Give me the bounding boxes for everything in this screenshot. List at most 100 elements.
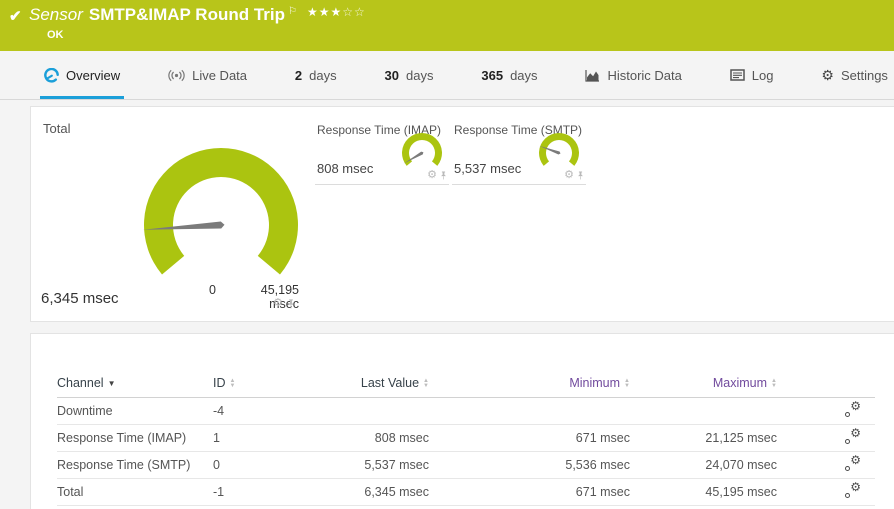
column-label: Last Value (360, 376, 420, 391)
channel-actions-cell: ⚙ (777, 424, 875, 452)
total-gauge-actions: ⚙ (273, 298, 295, 309)
filled-stars[interactable]: ★★★ (307, 5, 342, 19)
sort-icon: ▲ ▼ (423, 377, 429, 389)
broadcast-icon (168, 69, 185, 81)
table-row-downtime: Downtime -4 ⚙ (57, 397, 875, 425)
tab-number: 365 (481, 67, 504, 83)
table-header-row: Channel ▼ ID ▲ ▼ Last Value ▲ ▼ Minimum ▲ ▼ Max… (57, 370, 875, 398)
channel-id-cell: -4 (213, 397, 273, 425)
tab-number: 30 (384, 67, 399, 83)
tab-label: Overview (66, 67, 121, 83)
sensor-status-badge: OK (47, 29, 64, 41)
channel-actions-cell: ⚙ (777, 451, 875, 479)
gauge-settings-gear-icon[interactable]: ⚙ (427, 170, 437, 181)
channel-settings-gears-icon[interactable]: ⚙ (845, 399, 861, 417)
tab-30-days[interactable]: 30 days (381, 51, 438, 99)
tab-live-data[interactable]: Live Data (164, 51, 251, 99)
sensor-ok-check-icon: ✔ (9, 8, 22, 25)
column-label: Maximum (712, 376, 768, 391)
channel-name-cell: Downtime (57, 397, 213, 425)
column-header-last-value[interactable]: Last Value ▲ ▼ (273, 370, 429, 398)
tab-number: 2 (294, 67, 303, 83)
tab-overview[interactable]: Overview (40, 51, 124, 99)
area-chart-icon (585, 69, 600, 82)
tab-settings[interactable]: ⚙ Settings (817, 51, 892, 99)
imap-gauge-actions: ⚙ (427, 170, 447, 181)
channel-id-cell: -1 (213, 478, 273, 506)
sensor-tab-bar: Overview Live Data 2 days 30 days 365 da… (0, 51, 894, 100)
column-label: ID (213, 376, 226, 391)
tab-label: Historic Data (607, 67, 682, 83)
sensor-name: SMTP&IMAP Round Trip (88, 5, 285, 24)
channel-name-cell: Response Time (SMTP) (57, 451, 213, 479)
object-kind-label: Sensor (29, 5, 83, 24)
column-label: Channel (57, 376, 104, 391)
column-header-maximum[interactable]: Maximum ▲ ▼ (630, 370, 777, 398)
gauge-pin-icon[interactable] (577, 171, 584, 180)
tab-2-days[interactable]: 2 days (291, 51, 341, 99)
channel-settings-gears-icon[interactable]: ⚙ (845, 426, 861, 444)
smtp-gauge-block: Response Time (SMTP) 5,537 msec ⚙ (452, 123, 586, 185)
sort-icon: ▲ ▼ (229, 377, 236, 389)
last-value-cell: 808 msec (273, 424, 429, 452)
sort-desc-icon: ▼ (107, 379, 116, 389)
imap-gauge-block: Response Time (IMAP) 808 msec ⚙ (315, 123, 449, 185)
tab-label: days (510, 67, 538, 83)
total-gauge (143, 148, 298, 275)
gauge-settings-gear-icon[interactable]: ⚙ (273, 298, 283, 309)
maximum-cell: 24,070 msec (630, 451, 777, 479)
tab-365-days[interactable]: 365 days (477, 51, 541, 99)
gauge-scale-min: 0 (209, 283, 216, 297)
column-header-minimum[interactable]: Minimum ▲ ▼ (429, 370, 630, 398)
maximum-cell: 21,125 msec (630, 424, 777, 452)
column-header-actions (777, 370, 875, 398)
priority-stars[interactable]: ★★★☆☆ (307, 5, 366, 19)
empty-stars[interactable]: ☆☆ (342, 5, 366, 19)
last-value-cell (273, 397, 429, 425)
tab-label: days (406, 67, 434, 83)
last-value-cell: 5,537 msec (273, 451, 429, 479)
smtp-gauge-value: 5,537 msec (454, 161, 522, 176)
channel-settings-gears-icon[interactable]: ⚙ (845, 480, 861, 498)
channel-name-cell: Response Time (IMAP) (57, 424, 213, 452)
gear-icon: ⚙ (821, 67, 834, 83)
minimum-cell (429, 397, 630, 425)
flag-icon[interactable]: ⚐ (288, 6, 297, 17)
minimum-cell: 671 msec (429, 478, 630, 506)
table-row-total: Total -1 6,345 msec 671 msec 45,195 msec… (57, 478, 875, 506)
tab-label: Log (751, 67, 774, 83)
log-icon (730, 69, 745, 81)
channel-id-cell: 0 (213, 451, 273, 479)
prtg-sensor-page: ✔ Sensor SMTP&IMAP Round Trip ⚐ ★★★☆☆ OK… (0, 0, 894, 509)
table-row-response-time-imap: Response Time (IMAP) 1 808 msec 671 msec… (57, 424, 875, 452)
tab-log[interactable]: Log (726, 51, 778, 99)
gauge-icon (44, 67, 59, 83)
channel-settings-gears-icon[interactable]: ⚙ (845, 453, 861, 471)
last-value-cell: 6,345 msec (273, 478, 429, 506)
minimum-cell: 671 msec (429, 424, 630, 452)
column-header-id[interactable]: ID ▲ ▼ (213, 370, 273, 398)
gauge-pin-icon[interactable] (440, 171, 447, 180)
maximum-cell: 45,195 msec (630, 478, 777, 506)
channel-actions-cell: ⚙ (777, 397, 875, 425)
total-gauge-value: 6,345 msec (41, 290, 119, 307)
tab-label: Live Data (192, 67, 248, 83)
maximum-cell (630, 397, 777, 425)
table-row-response-time-smtp: Response Time (SMTP) 0 5,537 msec 5,536 … (57, 451, 875, 479)
total-gauge-title: Total (43, 121, 71, 136)
gauge-settings-gear-icon[interactable]: ⚙ (564, 170, 574, 181)
channels-table: Channel ▼ ID ▲ ▼ Last Value ▲ ▼ Minimum ▲ ▼ Max… (57, 370, 875, 506)
sort-icon: ▲ ▼ (624, 377, 630, 389)
channel-name-cell: Total (57, 478, 213, 506)
sensor-header: ✔ Sensor SMTP&IMAP Round Trip ⚐ ★★★☆☆ OK (0, 0, 894, 51)
gauge-pin-icon[interactable] (287, 298, 295, 309)
tab-historic-data[interactable]: Historic Data (581, 51, 685, 99)
column-header-channel[interactable]: Channel ▼ (57, 370, 213, 398)
channel-id-cell: 1 (213, 424, 273, 452)
gauges-panel: Total 0 45,195 msec 6,345 msec ⚙ Respons… (30, 106, 894, 322)
channel-actions-cell: ⚙ (777, 478, 875, 506)
imap-gauge-value: 808 msec (317, 161, 374, 176)
smtp-gauge-actions: ⚙ (564, 170, 584, 181)
column-label: Minimum (569, 376, 621, 391)
tab-label: days (309, 67, 337, 83)
